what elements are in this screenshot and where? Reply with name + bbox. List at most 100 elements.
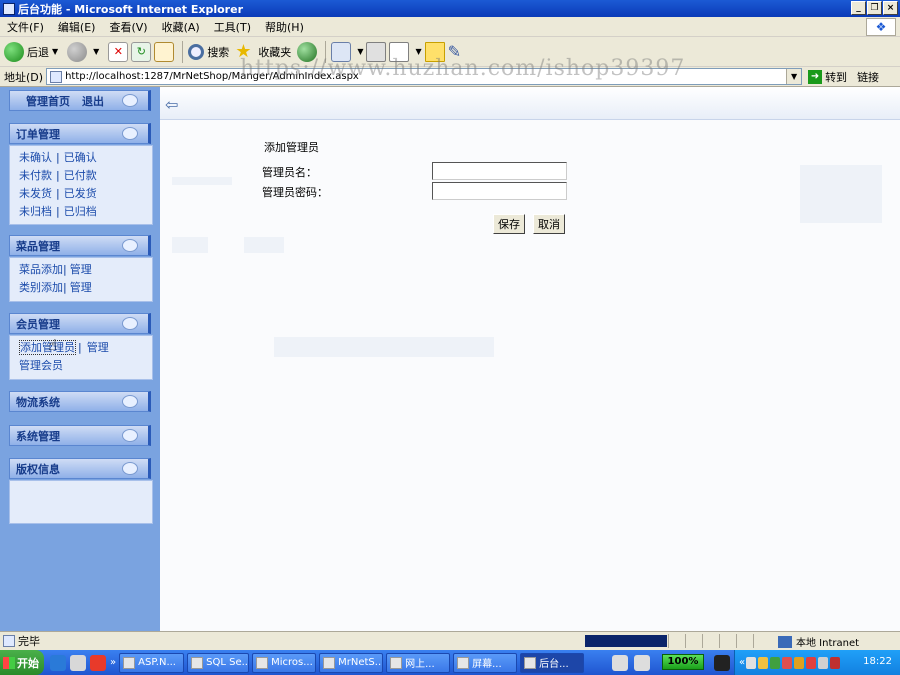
stop-icon[interactable]: ✕	[108, 41, 129, 62]
tray-icon[interactable]	[806, 656, 817, 669]
toggle-icon[interactable]	[122, 462, 138, 475]
confirmed-link[interactable]: 已确认	[64, 151, 97, 164]
cancel-button[interactable]: 取消	[533, 214, 565, 234]
menu-edit[interactable]: 编辑(E)	[51, 19, 103, 35]
toggle-icon[interactable]	[122, 429, 138, 442]
qq-icon[interactable]	[90, 654, 106, 671]
keyboard-icon[interactable]	[612, 655, 628, 671]
tray-icon[interactable]	[830, 656, 841, 669]
back-button[interactable]: 后退 ▼	[4, 40, 61, 64]
discuss-icon[interactable]	[424, 41, 445, 62]
menu-favorites[interactable]: 收藏(A)	[155, 19, 207, 35]
edit-icon[interactable]	[389, 41, 410, 62]
list-item: 未付款 | 已付款	[19, 169, 97, 182]
tray-icon[interactable]	[770, 656, 781, 669]
go-button[interactable]: ➜ 转到	[808, 69, 847, 85]
username-input[interactable]	[432, 162, 567, 180]
unarchived-link[interactable]: 未归档	[19, 205, 52, 218]
toggle-icon[interactable]	[122, 395, 138, 408]
sidebar: 管理首页 退出 订单管理 未确认 | 已确认 未付款 | 已付款 未发货 | 已发货 未归档…	[0, 87, 160, 631]
ie-page-icon	[390, 656, 403, 669]
edit-dropdown-icon[interactable]: ▼	[415, 47, 421, 56]
unshipped-link[interactable]: 未发货	[19, 187, 52, 200]
tray-icon[interactable]	[794, 656, 805, 669]
home-icon[interactable]	[154, 41, 175, 62]
toggle-icon[interactable]	[122, 127, 138, 140]
start-button[interactable]: 开始	[0, 650, 44, 675]
forward-button[interactable]: ▼	[67, 40, 102, 64]
menu-file[interactable]: 文件(F)	[0, 19, 51, 35]
manage-category-link[interactable]: 管理	[70, 281, 92, 294]
add-category-link[interactable]: 类别添加	[19, 281, 63, 294]
add-dish-link[interactable]: 菜品添加	[19, 263, 63, 276]
paid-link[interactable]: 已付款	[64, 169, 97, 182]
task-admin[interactable]: 后台...	[520, 652, 585, 673]
explorer-icon[interactable]	[70, 654, 86, 671]
zone-label: 本地 Intranet	[796, 638, 860, 649]
unconfirmed-link[interactable]: 未确认	[19, 151, 52, 164]
section-header-dishes[interactable]: 菜品管理	[9, 235, 151, 256]
toggle-icon[interactable]	[122, 317, 138, 330]
section-header-copyright[interactable]: 版权信息	[9, 458, 151, 479]
help-icon[interactable]	[634, 655, 650, 671]
status-cell	[753, 634, 770, 648]
shipped-link[interactable]: 已发货	[64, 187, 97, 200]
maximize-button[interactable]: ❐	[867, 1, 882, 15]
logout-link[interactable]: 退出	[82, 93, 104, 109]
mail-dropdown-icon[interactable]: ▼	[357, 47, 363, 56]
chevron-left-icon[interactable]: «	[739, 657, 745, 668]
address-box[interactable]: ▼	[46, 68, 803, 85]
links-button[interactable]: 链接	[857, 69, 879, 85]
task-sql[interactable]: SQL Se...	[187, 652, 250, 673]
back-arrow-icon[interactable]: ⇦	[165, 95, 178, 114]
mail-icon[interactable]	[331, 41, 352, 62]
section-title: 物流系统	[16, 395, 60, 409]
archived-link[interactable]: 已归档	[64, 205, 97, 218]
manage-members-link[interactable]: 管理会员	[19, 359, 63, 372]
menu-view[interactable]: 查看(V)	[102, 19, 154, 35]
task-aspnet[interactable]: ASP.N...	[119, 652, 185, 673]
task-screen[interactable]: 屏幕...	[453, 652, 518, 673]
toggle-icon[interactable]	[122, 239, 138, 252]
address-dropdown-icon[interactable]: ▼	[786, 69, 802, 84]
section-header-logistics[interactable]: 物流系统	[9, 391, 151, 412]
password-input[interactable]	[432, 182, 567, 200]
menu-tools[interactable]: 工具(T)	[207, 19, 258, 35]
ie-icon[interactable]	[50, 654, 66, 671]
manage-dish-link[interactable]: 管理	[70, 263, 92, 276]
task-online[interactable]: 网上...	[386, 652, 451, 673]
menu-help[interactable]: 帮助(H)	[258, 19, 311, 35]
print-icon[interactable]	[366, 41, 387, 62]
admin-home-link[interactable]: 管理首页	[26, 93, 70, 109]
section-header-orders[interactable]: 订单管理	[9, 123, 151, 144]
messenger-icon[interactable]: ✎	[448, 42, 468, 62]
unpaid-link[interactable]: 未付款	[19, 169, 52, 182]
task-mrnetshop[interactable]: MrNetS...	[319, 652, 384, 673]
manage-admin-link[interactable]: 管理	[87, 341, 109, 354]
address-input[interactable]	[65, 71, 786, 82]
refresh-icon[interactable]: ↻	[131, 41, 152, 62]
chevron-right-icon[interactable]: »	[110, 657, 116, 668]
folder-icon	[457, 656, 470, 669]
tray-icon[interactable]	[758, 656, 769, 669]
toggle-icon[interactable]	[122, 94, 138, 107]
decorative-block	[274, 337, 494, 357]
search-button[interactable]: 搜索	[188, 40, 229, 64]
status-cell	[719, 634, 736, 648]
task-microsoft[interactable]: Micros...	[252, 652, 317, 673]
tray-icon[interactable]	[782, 656, 793, 669]
media-icon[interactable]	[297, 41, 318, 62]
minimize-button[interactable]: _	[851, 1, 866, 15]
save-button[interactable]: 保存	[493, 214, 525, 234]
section-header-system[interactable]: 系统管理	[9, 425, 151, 446]
favorites-button[interactable]: ★ 收藏夹	[235, 40, 291, 64]
status-cell	[685, 634, 702, 648]
close-button[interactable]: ×	[883, 1, 898, 15]
tray-icon[interactable]	[746, 656, 757, 669]
back-dropdown-icon[interactable]: ▼	[52, 47, 58, 56]
browser-toolbar: 后退 ▼ ▼ ✕ ↻ 搜索 ★ 收藏夹 ▼ ▼ ✎	[0, 37, 900, 67]
tray-icon[interactable]	[818, 656, 829, 669]
list-item: 未归档 | 已归档	[19, 205, 97, 218]
forward-dropdown-icon[interactable]: ▼	[93, 47, 99, 56]
section-header-members[interactable]: 会员管理	[9, 313, 151, 334]
